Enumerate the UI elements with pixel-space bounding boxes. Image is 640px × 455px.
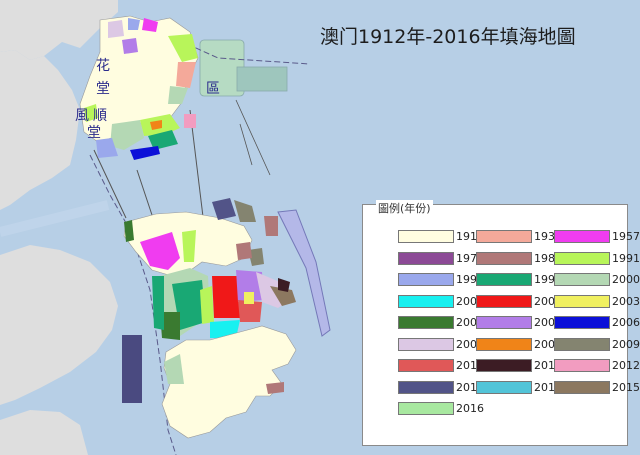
legend-swatch [476, 381, 532, 394]
airport-dark-strip [122, 335, 142, 403]
legend-swatch [398, 295, 454, 308]
legend-swatch [554, 230, 610, 243]
legend-swatch [476, 295, 532, 308]
legend-year: 2006 [612, 316, 640, 330]
legend-year: 2016 [456, 402, 484, 416]
legend-swatch [398, 338, 454, 351]
map-title: 澳门1912年-2016年填海地圖 [320, 22, 576, 49]
legend-swatch [398, 230, 454, 243]
label-hua: 花 [96, 55, 110, 75]
legend-swatch [398, 252, 454, 265]
legend-swatch [554, 359, 610, 372]
legend-year: 2012 [612, 359, 640, 373]
port-island-teal [237, 67, 287, 91]
legend-swatch [554, 295, 610, 308]
legend-swatch [554, 273, 610, 286]
legend-swatch [476, 359, 532, 372]
legend-swatch [398, 381, 454, 394]
legend-swatch [476, 316, 532, 329]
label-tang-1: 堂 [96, 78, 110, 98]
legend-swatch [398, 273, 454, 286]
legend-swatch [398, 316, 454, 329]
legend-swatch [476, 273, 532, 286]
cotai-edge [152, 276, 164, 330]
label-tang-2: 堂 [87, 122, 101, 142]
legend-swatch [398, 359, 454, 372]
label-district: 區 [206, 78, 220, 98]
legend-year: 1991 [612, 252, 640, 266]
legend-year: 2003 [612, 295, 640, 309]
legend-year: 2015 [612, 381, 640, 395]
legend-swatch [476, 230, 532, 243]
legend-swatch [398, 402, 454, 415]
legend-swatch [554, 252, 610, 265]
legend-title: 圖例(年份) [376, 200, 433, 216]
legend-swatch [554, 381, 610, 394]
legend-year: 1957 [612, 230, 640, 244]
legend-year: 2009 [612, 338, 640, 352]
legend-swatch [476, 338, 532, 351]
legend-swatch [476, 252, 532, 265]
legend-year: 2000 [612, 273, 640, 287]
legend-swatch [554, 316, 610, 329]
legend-swatch [554, 338, 610, 351]
